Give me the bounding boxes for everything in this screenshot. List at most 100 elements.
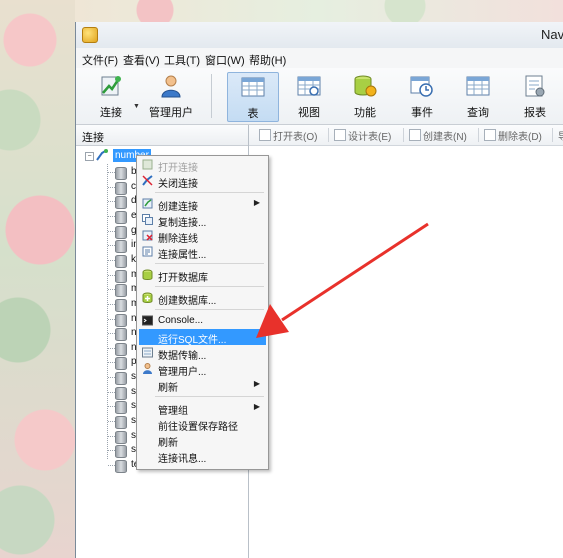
- context-menu-item-label: 管理用户...: [158, 367, 207, 378]
- new-connection-icon: [142, 198, 153, 209]
- tree-branch-line: [108, 215, 115, 217]
- context-menu-item[interactable]: 关闭连接: [139, 173, 266, 190]
- manage-users-icon: [143, 363, 152, 374]
- toolbar-query-button[interactable]: 查询: [453, 72, 503, 120]
- menu-help[interactable]: 帮助(H): [249, 52, 286, 68]
- context-menu-item[interactable]: 创建连接 ▶: [139, 196, 266, 213]
- tree-branch-line: [108, 259, 115, 261]
- menu-file[interactable]: 文件(F): [82, 52, 118, 68]
- tree-branch-line: [108, 406, 115, 408]
- open-connection-icon: [142, 159, 153, 170]
- query-icon: [466, 76, 490, 96]
- design-table-button[interactable]: 设计表(E): [334, 128, 391, 143]
- context-menu-item[interactable]: 运行SQL文件...: [139, 329, 266, 346]
- menu-separator: [155, 396, 264, 397]
- submenu-arrow-icon: ▶: [253, 402, 260, 411]
- context-menu-item: 打开连接: [139, 157, 266, 174]
- toolbar-separator: [211, 74, 212, 118]
- create-table-button[interactable]: 创建表(N): [409, 128, 467, 143]
- object-content-area[interactable]: [249, 146, 563, 558]
- connection-panel-title: 连接: [82, 132, 104, 144]
- tree-branch-line: [108, 435, 115, 437]
- object-toolbar: 打开表(O) 设计表(E) 创建表(N) 删除表(D) 导入: [249, 125, 563, 158]
- tree-branch-line: [108, 172, 115, 173]
- main-toolbar: 连接 ▼ 管理用户 表 视图 功能 事件 查询 报表: [76, 68, 563, 125]
- collapse-icon[interactable]: −: [85, 152, 94, 161]
- database-icon: [115, 196, 127, 210]
- submenu-arrow-icon: ▶: [253, 379, 260, 388]
- design-table-icon: [334, 129, 346, 141]
- context-menu-item-label: 连接讯息...: [158, 454, 207, 465]
- database-icon: [115, 298, 127, 312]
- open-table-label: 打开表(O): [273, 132, 318, 143]
- toolbar-report-label: 报表: [524, 107, 546, 119]
- menu-window[interactable]: 窗口(W): [205, 52, 245, 68]
- object-toolbar-separator: [552, 128, 553, 142]
- database-icon: [115, 181, 127, 195]
- context-menu-item[interactable]: 刷新: [139, 432, 266, 449]
- connect-dropdown-arrow-icon[interactable]: ▼: [133, 103, 140, 110]
- context-menu-item[interactable]: 数据传输...: [139, 345, 266, 362]
- connection-panel-header: 连接: [76, 125, 248, 146]
- context-menu-item-label: 创建连接: [158, 202, 198, 213]
- delete-connection-icon: [142, 230, 153, 241]
- tree-branch-line: [108, 421, 115, 423]
- context-menu-item[interactable]: 连接属性...: [139, 244, 266, 261]
- context-menu-item-label: 创建数据库...: [158, 296, 217, 307]
- connection-context-menu: 打开连接 关闭连接创建连接 ▶ 复制连接... 删除连线连接属性... 打开数据库创建数据…: [136, 155, 269, 470]
- context-menu-item[interactable]: 复制连接...: [139, 212, 266, 229]
- context-menu-item[interactable]: 创建数据库...: [139, 290, 266, 307]
- toolbar-manage-users-button[interactable]: 管理用户: [146, 72, 196, 120]
- context-menu-item-label: 刷新: [158, 438, 178, 449]
- toolbar-connect-button[interactable]: 连接: [86, 72, 136, 120]
- toolbar-report-button[interactable]: 报表: [510, 72, 560, 120]
- close-connection-icon: [142, 175, 153, 186]
- menu-tools[interactable]: 工具(T): [164, 52, 200, 68]
- context-menu-item[interactable]: 删除连线: [139, 228, 266, 245]
- context-menu-item-label: 数据传输...: [158, 351, 207, 362]
- delete-table-button[interactable]: 删除表(D): [484, 128, 542, 143]
- context-menu-item-label: 连接属性...: [158, 250, 207, 261]
- database-icon: [115, 445, 127, 459]
- toolbar-view-button[interactable]: 视图: [284, 72, 334, 120]
- context-menu-item[interactable]: 前往设置保存路径: [139, 416, 266, 433]
- open-table-icon: [259, 129, 271, 141]
- object-toolbar-separator: [403, 128, 404, 142]
- context-menu-item[interactable]: 刷新 ▶: [139, 377, 266, 394]
- database-icon: [115, 328, 127, 342]
- desktop-wallpaper-top: [75, 0, 563, 22]
- menu-separator: [155, 309, 264, 310]
- toolbar-function-button[interactable]: 功能: [340, 72, 390, 120]
- tree-branch-line: [108, 450, 115, 452]
- menu-view[interactable]: 查看(V): [123, 52, 160, 68]
- menu-separator: [155, 192, 264, 193]
- data-transfer-icon: [142, 347, 153, 358]
- open-table-button[interactable]: 打开表(O): [259, 128, 317, 143]
- context-menu-item-label: 前往设置保存路径: [158, 422, 238, 433]
- toolbar-event-button[interactable]: 事件: [397, 72, 447, 120]
- create-table-icon: [409, 129, 421, 141]
- tree-branch-line: [108, 333, 115, 335]
- context-menu-item[interactable]: 管理组 ▶: [139, 400, 266, 417]
- database-icon: [115, 225, 127, 239]
- title-bar[interactable]: Nav: [76, 22, 563, 48]
- context-menu-item-label: 管理组: [158, 406, 188, 417]
- database-icon: [115, 269, 127, 283]
- new-database-icon: [142, 292, 153, 303]
- context-menu-item[interactable]: 管理用户...: [139, 361, 266, 378]
- copy-connection-icon: [142, 214, 153, 225]
- context-menu-item[interactable]: 连接讯息...: [139, 448, 266, 465]
- submenu-arrow-icon: ▶: [253, 198, 260, 207]
- context-menu-item[interactable]: Console...: [139, 313, 266, 329]
- report-icon: [525, 75, 545, 97]
- tree-branch-line: [108, 303, 115, 305]
- window-title: Nav: [541, 27, 563, 42]
- database-icon: [115, 386, 127, 400]
- context-menu-item[interactable]: 打开数据库: [139, 267, 266, 284]
- design-table-label: 设计表(E): [348, 132, 392, 143]
- toolbar-table-button[interactable]: 表: [227, 72, 279, 122]
- connection-properties-icon: [142, 246, 153, 257]
- context-menu-item-label: 打开连接: [158, 163, 198, 174]
- toolbar-manage-users-label: 管理用户: [149, 107, 193, 119]
- connect-icon: [101, 76, 121, 96]
